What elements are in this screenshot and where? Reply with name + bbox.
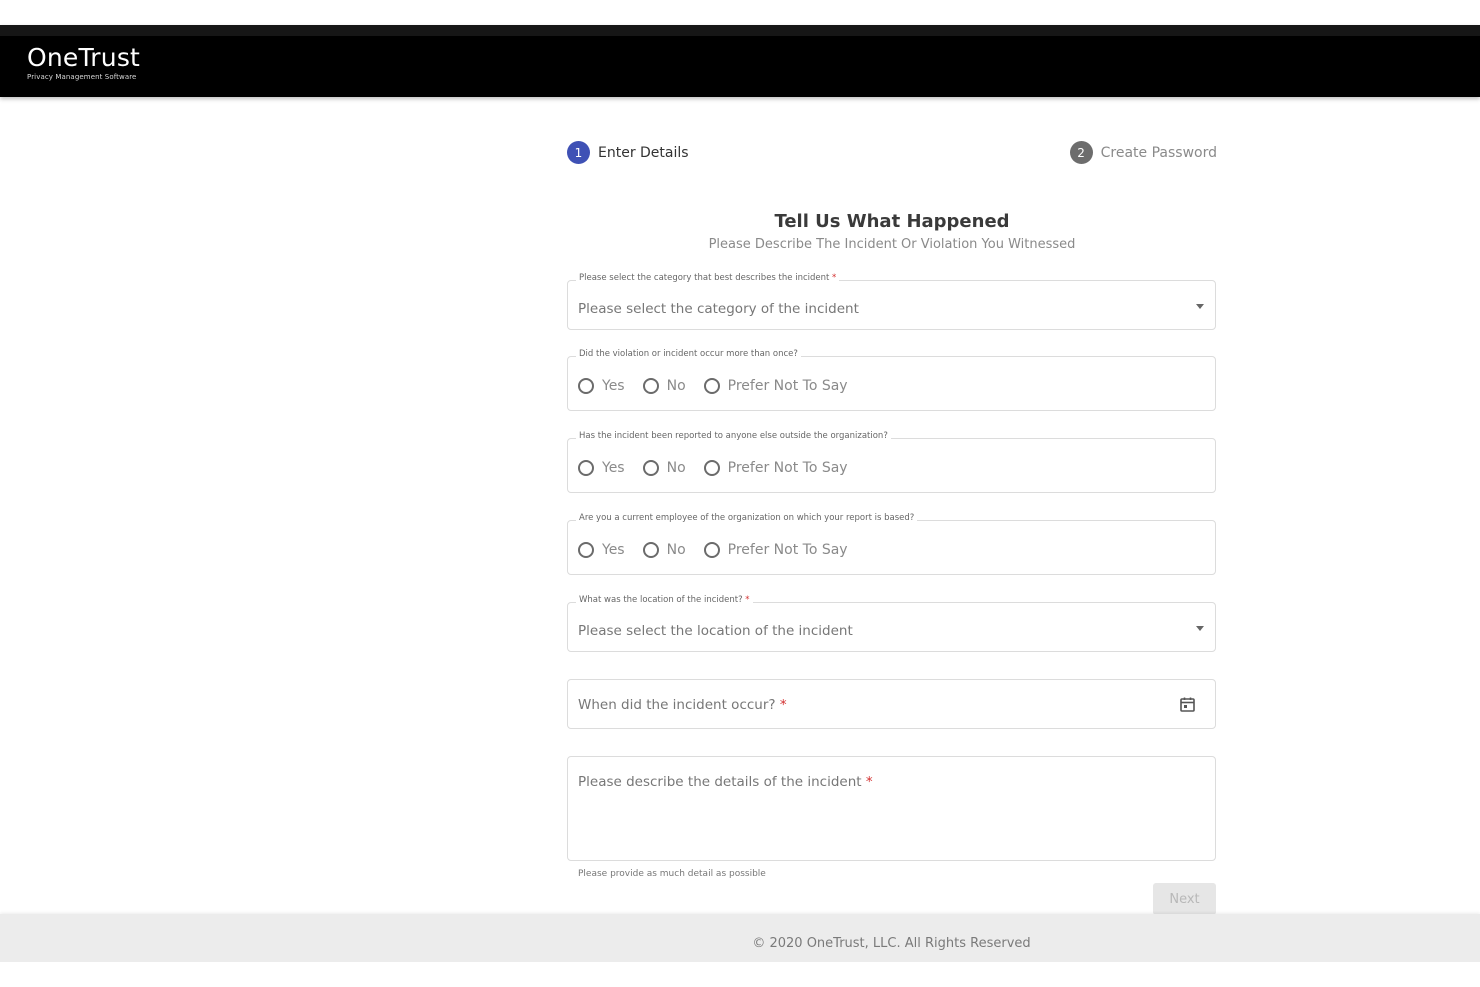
radio-group-label: Are you a current employee of the organi… <box>576 513 918 523</box>
radio-group-current-employee: Are you a current employee of the organi… <box>567 513 1216 575</box>
radio-group-label: Has the incident been reported to anyone… <box>576 431 891 441</box>
form-subtitle: Please Describe The Incident Or Violatio… <box>708 237 1076 252</box>
category-label-text: Please select the category that best des… <box>579 273 830 283</box>
footer: © 2020 OneTrust, LLC. All Rights Reserve… <box>0 914 1480 962</box>
radio-label: Prefer Not To Say <box>727 460 848 476</box>
calendar-icon[interactable] <box>1179 696 1196 713</box>
radio-options: Yes No Prefer Not To Say <box>578 542 866 558</box>
step-enter-details[interactable]: 1 Enter Details <box>567 141 689 164</box>
details-helper-text: Please provide as much detail as possibl… <box>578 869 766 879</box>
bottom-strip <box>0 962 1480 987</box>
next-button[interactable]: Next <box>1153 883 1216 915</box>
app-header: OneTrust Privacy Management Software <box>0 25 1480 97</box>
radio-label: Yes <box>602 542 625 558</box>
date-placeholder: When did the incident occur? * <box>578 697 787 713</box>
stepper: 1 Enter Details 2 Create Password <box>567 141 1217 166</box>
details-placeholder: Please describe the details of the incid… <box>578 774 873 790</box>
radio-label: Prefer Not To Say <box>727 378 848 394</box>
location-label-text: What was the location of the incident? <box>579 595 743 605</box>
radio-circle-icon <box>578 378 594 394</box>
logo-name: OneTrust <box>27 43 141 72</box>
radio-label: Yes <box>602 460 625 476</box>
radio-circle-icon <box>703 460 720 476</box>
step-label: Create Password <box>1100 144 1217 161</box>
radio-options: Yes No Prefer Not To Say <box>578 460 866 476</box>
radio-label: No <box>666 378 686 394</box>
logo-tagline: Privacy Management Software <box>27 73 137 81</box>
radio-circle-icon <box>578 460 594 476</box>
radio-options: Yes No Prefer Not To Say <box>578 378 866 394</box>
top-strip <box>0 0 1480 25</box>
radio-group-more-than-once: Did the violation or incident occur more… <box>567 349 1216 411</box>
radio-label: Prefer Not To Say <box>727 542 848 558</box>
radio-label: Yes <box>602 378 625 394</box>
radio-prefer-not-to-say[interactable]: Prefer Not To Say <box>703 542 848 558</box>
incident-details-textarea[interactable]: Please describe the details of the incid… <box>567 756 1216 861</box>
date-placeholder-text: When did the incident occur? <box>578 697 776 713</box>
radio-no[interactable]: No <box>642 542 686 558</box>
location-select[interactable]: What was the location of the incident? *… <box>567 595 1216 652</box>
radio-circle-icon <box>578 542 594 558</box>
required-mark: * <box>779 697 787 713</box>
required-mark: * <box>832 273 837 283</box>
step-create-password[interactable]: 2 Create Password <box>1069 141 1217 164</box>
required-mark: * <box>745 595 750 605</box>
radio-circle-icon <box>642 378 659 394</box>
chevron-down-icon <box>1196 304 1204 309</box>
incident-date-field[interactable]: When did the incident occur? * <box>567 679 1216 729</box>
form-title: Tell Us What Happened <box>774 211 1010 232</box>
radio-label: No <box>666 460 686 476</box>
radio-circle-icon <box>642 542 659 558</box>
radio-group-label: Did the violation or incident occur more… <box>576 349 801 359</box>
step-number-badge: 1 <box>567 141 590 164</box>
radio-prefer-not-to-say[interactable]: Prefer Not To Say <box>703 460 848 476</box>
location-label: What was the location of the incident? * <box>576 595 753 605</box>
radio-no[interactable]: No <box>642 460 686 476</box>
location-select-value: Please select the location of the incide… <box>578 623 853 639</box>
radio-label: No <box>666 542 686 558</box>
onetrust-logo[interactable]: OneTrust Privacy Management Software <box>27 43 141 82</box>
category-select[interactable]: Please select the category that best des… <box>567 273 1216 330</box>
radio-prefer-not-to-say[interactable]: Prefer Not To Say <box>703 378 848 394</box>
radio-yes[interactable]: Yes <box>578 460 625 476</box>
step-label: Enter Details <box>598 144 689 161</box>
radio-yes[interactable]: Yes <box>578 542 625 558</box>
radio-circle-icon <box>703 378 720 394</box>
details-placeholder-text: Please describe the details of the incid… <box>578 774 862 790</box>
required-mark: * <box>865 774 873 790</box>
radio-circle-icon <box>703 542 720 558</box>
radio-yes[interactable]: Yes <box>578 378 625 394</box>
footer-copyright: © 2020 OneTrust, LLC. All Rights Reserve… <box>752 936 1031 951</box>
radio-group-reported-outside: Has the incident been reported to anyone… <box>567 431 1216 493</box>
chevron-down-icon <box>1196 626 1204 631</box>
category-label: Please select the category that best des… <box>576 273 840 283</box>
page: OneTrust Privacy Management Software 1 E… <box>0 0 1480 987</box>
radio-no[interactable]: No <box>642 378 686 394</box>
category-select-value: Please select the category of the incide… <box>578 301 859 317</box>
radio-circle-icon <box>642 460 659 476</box>
step-number-badge: 2 <box>1069 141 1093 164</box>
